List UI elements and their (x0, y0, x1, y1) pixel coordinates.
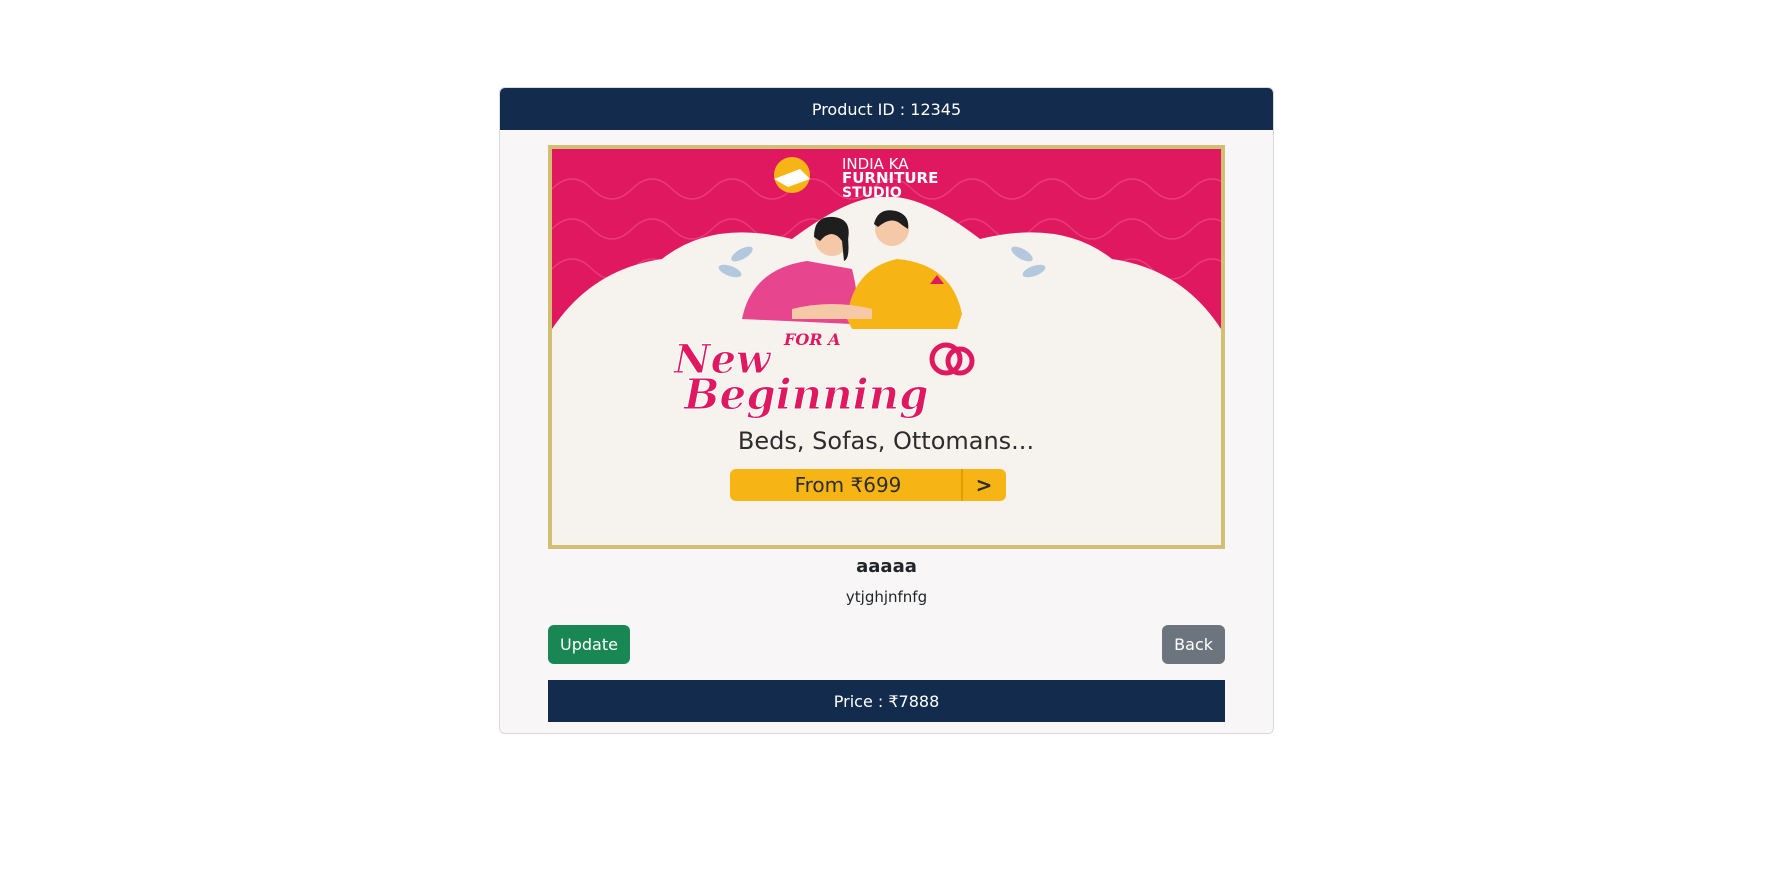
offer-pill: From ₹699 > (730, 469, 1006, 501)
brand-logo-icon (774, 157, 810, 193)
back-button[interactable]: Back (1162, 625, 1225, 664)
price-bar: Price : ₹7888 (548, 680, 1225, 722)
product-card: Product ID : 12345 INDIA KA FURNITURE ST… (499, 87, 1274, 734)
svg-text:Beds, Sofas, Ottomans...: Beds, Sofas, Ottomans... (738, 427, 1034, 455)
svg-text:STUDIO: STUDIO (842, 185, 902, 201)
svg-text:>: > (976, 473, 993, 497)
update-button[interactable]: Update (548, 625, 630, 664)
product-description: ytjghjnfnfg (845, 588, 928, 606)
action-row: Update Back (548, 625, 1225, 664)
svg-text:Beginning: Beginning (683, 370, 928, 419)
product-card-body: INDIA KA FURNITURE STUDIO FOR A New Begi… (500, 145, 1273, 722)
product-id-header: Product ID : 12345 (500, 88, 1273, 130)
furniture-banner-graphic: INDIA KA FURNITURE STUDIO FOR A New Begi… (552, 149, 1221, 545)
svg-text:From ₹699: From ₹699 (795, 473, 902, 497)
product-image: INDIA KA FURNITURE STUDIO FOR A New Begi… (548, 145, 1225, 549)
product-name: aaaaa (856, 556, 917, 577)
svg-text:FOR A: FOR A (783, 330, 841, 349)
